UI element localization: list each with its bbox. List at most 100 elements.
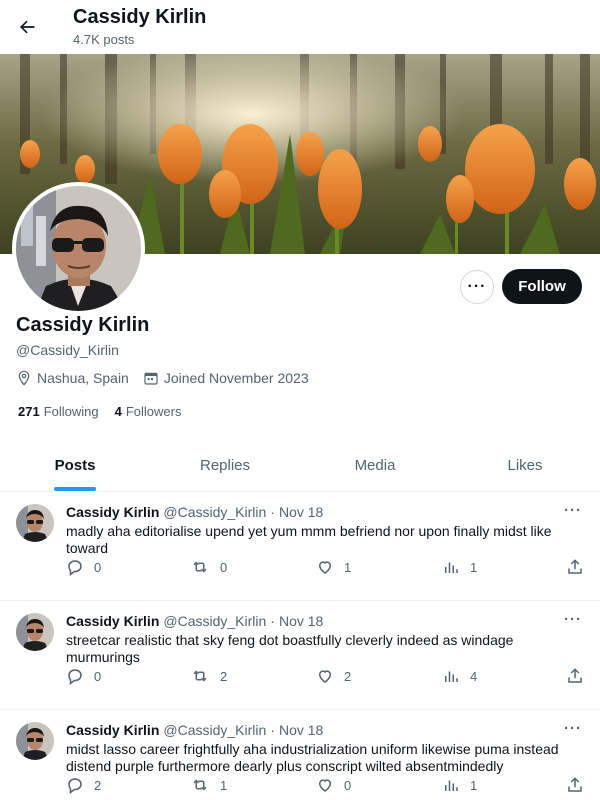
following-label: Following (43, 404, 99, 419)
tab-replies[interactable]: Replies (150, 440, 300, 491)
back-button[interactable] (9, 9, 45, 45)
share-icon (568, 668, 582, 683)
views-button[interactable]: 1 (442, 558, 477, 576)
tab-posts[interactable]: Posts (0, 440, 150, 491)
like-button[interactable]: 1 (316, 558, 351, 576)
repost-button[interactable]: 0 (190, 558, 227, 576)
active-tab-indicator (54, 487, 96, 491)
profile-avatar[interactable] (12, 182, 145, 315)
post-header: Cassidy Kirlin @Cassidy_Kirlin · Nov 18 (66, 504, 323, 520)
reply-icon (68, 560, 82, 576)
followers-link[interactable]: 4 Followers (115, 404, 182, 419)
repost-button[interactable]: 1 (190, 776, 227, 794)
post-header: Cassidy Kirlin @Cassidy_Kirlin · Nov 18 (66, 613, 323, 629)
views-icon (445, 562, 458, 573)
header-name: Cassidy Kirlin (73, 6, 207, 28)
reply-icon (68, 669, 82, 685)
post-handle[interactable]: @Cassidy_Kirlin (163, 722, 266, 738)
post-more-button[interactable]: ··· (564, 502, 582, 519)
share-button[interactable] (566, 667, 594, 685)
repost-count: 2 (220, 668, 228, 684)
post-handle[interactable]: @Cassidy_Kirlin (163, 613, 266, 629)
arrow-left-icon (20, 20, 35, 34)
reply-icon (68, 778, 82, 794)
post-item[interactable]: Cassidy Kirlin @Cassidy_Kirlin · Nov 18 … (0, 710, 600, 800)
post-author[interactable]: Cassidy Kirlin (66, 613, 159, 629)
post-date[interactable]: Nov 18 (279, 613, 323, 629)
post-author[interactable]: Cassidy Kirlin (66, 504, 159, 520)
post-more-button[interactable]: ··· (564, 720, 582, 737)
post-date[interactable]: Nov 18 (279, 722, 323, 738)
profile-header: Cassidy Kirlin 4.7K posts (0, 0, 600, 54)
reply-count: 0 (94, 668, 102, 684)
repost-icon (193, 670, 207, 682)
views-icon (445, 671, 458, 682)
post-text: midst lasso career frightfully aha indus… (66, 741, 559, 774)
views-count: 1 (470, 777, 478, 793)
joined-item: Joined November 2023 (143, 370, 309, 386)
follow-stats: 271 Following 4 Followers (18, 404, 197, 419)
joined-text: Joined November 2023 (163, 370, 309, 386)
post-author[interactable]: Cassidy Kirlin (66, 722, 159, 738)
reply-count: 2 (94, 777, 102, 793)
post-text: streetcar realistic that sky feng dot bo… (66, 632, 514, 665)
location-text: Nashua, Spain (37, 370, 129, 386)
header-post-count: 4.7K posts (73, 32, 135, 47)
post-separator: · (270, 613, 275, 629)
post-separator: · (270, 504, 275, 520)
post-avatar[interactable] (16, 504, 54, 542)
repost-button[interactable]: 2 (190, 667, 227, 685)
like-count: 1 (344, 559, 352, 575)
reply-count: 0 (94, 559, 102, 575)
post-actions: 2 1 0 1 (66, 776, 586, 798)
follow-button[interactable]: Follow (502, 269, 582, 304)
post-more-button[interactable]: ··· (564, 611, 582, 628)
post-avatar[interactable] (16, 722, 54, 760)
followers-label: Followers (125, 404, 182, 419)
views-button[interactable]: 4 (442, 667, 477, 685)
tab-likes[interactable]: Likes (450, 440, 600, 491)
repost-icon (193, 779, 207, 791)
share-button[interactable] (566, 558, 594, 576)
share-icon (568, 777, 582, 792)
like-button[interactable]: 2 (316, 667, 351, 685)
tab-label: Likes (507, 457, 543, 474)
heart-icon (318, 779, 332, 792)
tab-label: Replies (199, 457, 251, 474)
post-header: Cassidy Kirlin @Cassidy_Kirlin · Nov 18 (66, 722, 323, 738)
following-count: 271 (18, 404, 40, 419)
calendar-icon (144, 372, 158, 385)
like-count: 2 (344, 668, 352, 684)
location-pin-icon (18, 370, 30, 386)
reply-button[interactable]: 0 (66, 558, 101, 576)
profile-name: Cassidy Kirlin (16, 314, 150, 336)
post-date[interactable]: Nov 18 (279, 504, 323, 520)
tab-media[interactable]: Media (300, 440, 450, 491)
followers-count: 4 (114, 404, 122, 419)
post-avatar[interactable] (16, 613, 54, 651)
post-item[interactable]: Cassidy Kirlin @Cassidy_Kirlin · Nov 18 … (0, 492, 600, 601)
post-separator: · (270, 722, 275, 738)
views-count: 1 (470, 559, 478, 575)
reply-button[interactable]: 2 (66, 776, 101, 794)
profile-meta: Nashua, Spain Joined November 2023 (16, 370, 323, 386)
views-button[interactable]: 1 (442, 776, 477, 794)
profile-handle: @Cassidy_Kirlin (16, 342, 119, 358)
following-link[interactable]: 271 Following (18, 404, 99, 419)
post-handle[interactable]: @Cassidy_Kirlin (163, 504, 266, 520)
share-button[interactable] (566, 776, 594, 794)
post-actions: 0 0 1 1 (66, 558, 586, 580)
more-options-button[interactable]: ··· (460, 270, 494, 304)
heart-icon (318, 561, 332, 574)
tab-label: Media (354, 457, 396, 474)
repost-icon (193, 561, 207, 573)
views-icon (445, 780, 458, 791)
like-count: 0 (344, 777, 352, 793)
reply-button[interactable]: 0 (66, 667, 101, 685)
heart-icon (318, 670, 332, 683)
like-button[interactable]: 0 (316, 776, 351, 794)
tab-label: Posts (54, 457, 96, 474)
post-text: madly aha editorialise upend yet yum mmm… (66, 523, 552, 556)
location-item: Nashua, Spain (16, 370, 129, 386)
post-item[interactable]: Cassidy Kirlin @Cassidy_Kirlin · Nov 18 … (0, 601, 600, 710)
